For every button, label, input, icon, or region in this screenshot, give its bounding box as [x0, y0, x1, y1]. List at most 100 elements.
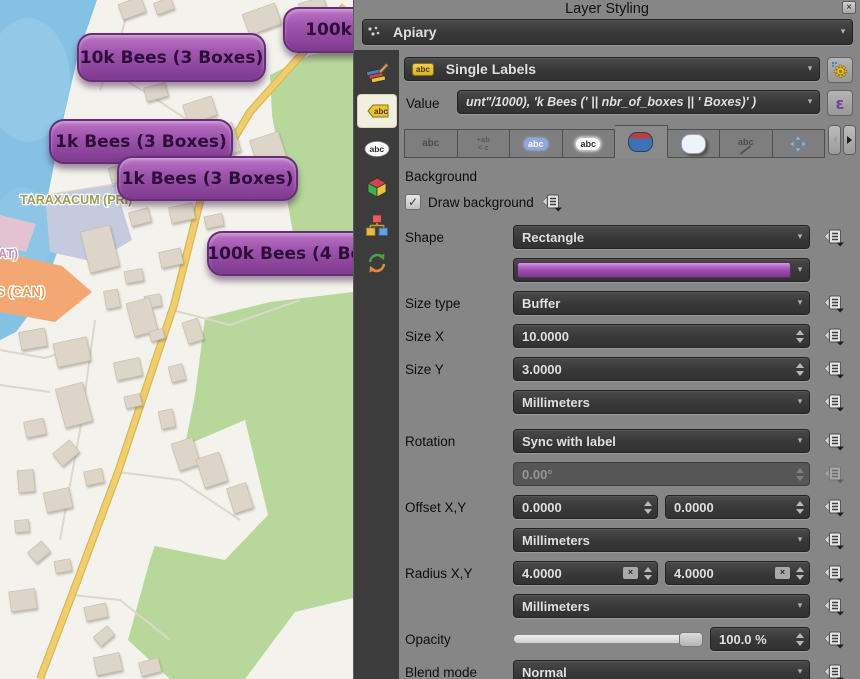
tab-shadow[interactable]: [668, 129, 721, 158]
opacity-slider[interactable]: [513, 634, 703, 644]
chevron-down-icon: ▾: [801, 97, 819, 107]
size-unit-select[interactable]: Millimeters ▾: [513, 390, 810, 414]
fill-color-select[interactable]: ▾: [513, 258, 810, 282]
radius-x-value: 4.0000: [514, 566, 623, 581]
label-mode-value: Single Labels: [438, 61, 801, 77]
blend-mode-value: Normal: [514, 665, 791, 679]
size-type-value: Buffer: [514, 296, 791, 311]
data-defined-override-button[interactable]: [823, 497, 845, 517]
data-defined-override-button[interactable]: [823, 392, 845, 412]
mask-tab-icon: abc: [575, 137, 601, 151]
map-text-can: S (CAN): [0, 284, 45, 299]
bee-label: 1k Bees (3 Boxes): [117, 156, 298, 201]
chevron-down-icon: ▾: [791, 667, 809, 677]
automated-placement-button[interactable]: [827, 57, 853, 83]
tab-callouts[interactable]: abc: [720, 129, 773, 158]
tabs-scroll-left-button[interactable]: [828, 125, 841, 155]
spinner-arrows[interactable]: [793, 363, 809, 376]
spinner-arrows[interactable]: [793, 501, 809, 514]
value-label: Value: [404, 96, 450, 111]
chevron-down-icon: ▾: [791, 601, 809, 611]
sidebar-item-history[interactable]: [358, 247, 396, 279]
radius-unit-value: Millimeters: [514, 599, 791, 614]
size-type-select[interactable]: Buffer ▾: [513, 291, 810, 315]
radius-unit-select[interactable]: Millimeters ▾: [513, 594, 810, 618]
expression-builder-button[interactable]: ε: [827, 90, 853, 116]
spinner-arrows[interactable]: [793, 330, 809, 343]
bee-label: 100k B: [283, 7, 353, 53]
offset-y-spinbox[interactable]: 0.0000: [665, 495, 810, 519]
panel-header: Layer Styling ×: [354, 0, 860, 17]
styling-tool-strip: abc abc: [354, 50, 399, 679]
rotation-mode-select[interactable]: Sync with label ▾: [513, 429, 810, 453]
svg-text:abc: abc: [374, 107, 388, 116]
layer-styling-panel: Layer Styling × Apiary ▾: [353, 0, 860, 679]
data-defined-override-button[interactable]: [823, 326, 845, 346]
clear-value-icon[interactable]: ×: [775, 567, 790, 579]
radius-y-value: 4.0000: [666, 566, 775, 581]
layer-name: Apiary: [385, 24, 834, 40]
clear-value-icon[interactable]: ×: [623, 567, 638, 579]
spinner-arrows: [793, 468, 809, 481]
tab-background[interactable]: [615, 125, 668, 158]
rotation-mode-value: Sync with label: [514, 434, 791, 449]
chevron-down-icon: ▾: [791, 232, 809, 242]
data-defined-override-button[interactable]: [823, 596, 845, 616]
spinner-arrows[interactable]: [641, 567, 657, 580]
chevron-down-icon: ▾: [801, 64, 819, 74]
spinner-arrows[interactable]: [793, 633, 809, 646]
chevron-down-icon: ▾: [791, 535, 809, 545]
shape-select[interactable]: Rectangle ▾: [513, 225, 810, 249]
formatting-tab-icon: +ab< c: [477, 136, 490, 152]
shape-value: Rectangle: [514, 230, 791, 245]
placement-tab-icon: [789, 135, 807, 153]
label-mode-select[interactable]: abc Single Labels ▾: [404, 57, 820, 81]
data-defined-override-button[interactable]: [823, 530, 845, 550]
map-canvas[interactable]: TARAXACUM (PRI) AT) S (CAN) 10k Bees (3 …: [0, 0, 353, 679]
opacity-label: Opacity: [405, 632, 513, 647]
opacity-value: 100.0 %: [711, 632, 793, 647]
offset-unit-select[interactable]: Millimeters ▾: [513, 528, 810, 552]
data-defined-override-button[interactable]: [823, 629, 845, 649]
offset-y-value: 0.0000: [666, 500, 793, 515]
layer-select[interactable]: Apiary ▾: [362, 19, 853, 45]
tabs-scroll-right-button[interactable]: [843, 125, 856, 155]
data-defined-override-button[interactable]: [823, 662, 845, 679]
size-type-label: Size type: [405, 296, 513, 311]
size-y-spinbox[interactable]: 3.0000: [513, 357, 810, 381]
radius-x-spinbox[interactable]: 4.0000 ×: [513, 561, 658, 585]
data-defined-override-button[interactable]: [823, 359, 845, 379]
radius-y-spinbox[interactable]: 4.0000 ×: [665, 561, 810, 585]
background-tab-icon: [628, 132, 653, 152]
offset-x-spinbox[interactable]: 0.0000: [513, 495, 658, 519]
tab-placement[interactable]: [773, 129, 826, 158]
tab-text[interactable]: abc: [404, 129, 458, 158]
data-defined-override-button[interactable]: [823, 293, 845, 313]
spinner-arrows[interactable]: [793, 567, 809, 580]
data-defined-override-button[interactable]: [823, 227, 845, 247]
tab-mask[interactable]: abc: [563, 129, 616, 158]
size-x-spinbox[interactable]: 10.0000: [513, 324, 810, 348]
tab-formatting[interactable]: +ab< c: [458, 129, 511, 158]
data-defined-override-button[interactable]: [541, 192, 563, 212]
data-defined-override-button[interactable]: [823, 563, 845, 583]
sidebar-item-labels[interactable]: abc: [358, 95, 396, 127]
close-icon[interactable]: ×: [842, 1, 856, 14]
chevron-down-icon: ▾: [791, 436, 809, 446]
bee-label: 10k Bees (3 Boxes): [77, 33, 266, 82]
opacity-spinbox[interactable]: 100.0 %: [710, 627, 810, 651]
blend-mode-select[interactable]: Normal ▾: [513, 660, 810, 679]
tab-buffer[interactable]: abc: [510, 129, 563, 158]
data-defined-override-button[interactable]: [823, 431, 845, 451]
draw-background-checkbox[interactable]: ✓: [405, 194, 421, 210]
map-basemap: TARAXACUM (PRI) AT) S (CAN): [0, 0, 353, 679]
mask-cloud-icon: abc: [363, 140, 391, 158]
sidebar-item-diagrams[interactable]: [358, 209, 396, 241]
sidebar-item-masks[interactable]: abc: [358, 133, 396, 165]
value-expression-select[interactable]: unt"/1000), 'k Bees (' || nbr_of_boxes |…: [457, 90, 820, 114]
opacity-slider-handle[interactable]: [679, 632, 703, 647]
spinner-arrows[interactable]: [641, 501, 657, 514]
sidebar-item-symbology[interactable]: [358, 57, 396, 89]
callout-tab-icon: abc: [738, 137, 754, 151]
sidebar-item-3d-view[interactable]: [358, 171, 396, 203]
